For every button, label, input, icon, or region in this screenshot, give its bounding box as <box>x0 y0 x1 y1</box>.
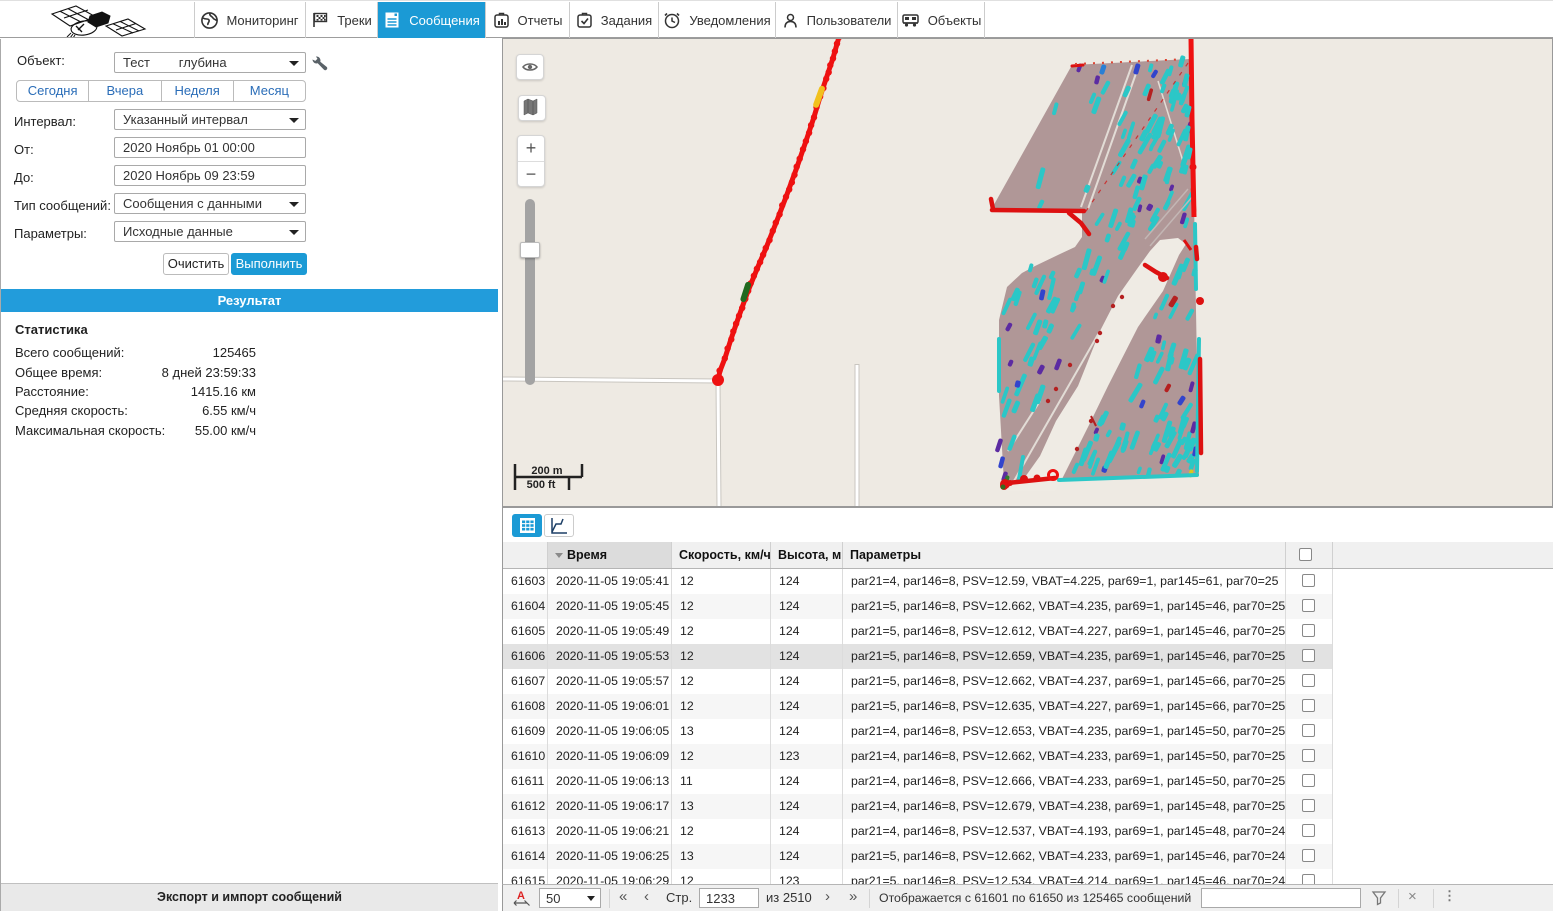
svg-text:A: A <box>517 890 525 902</box>
svg-text:200 m: 200 m <box>531 465 562 477</box>
svg-text:500 ft: 500 ft <box>527 479 556 491</box>
